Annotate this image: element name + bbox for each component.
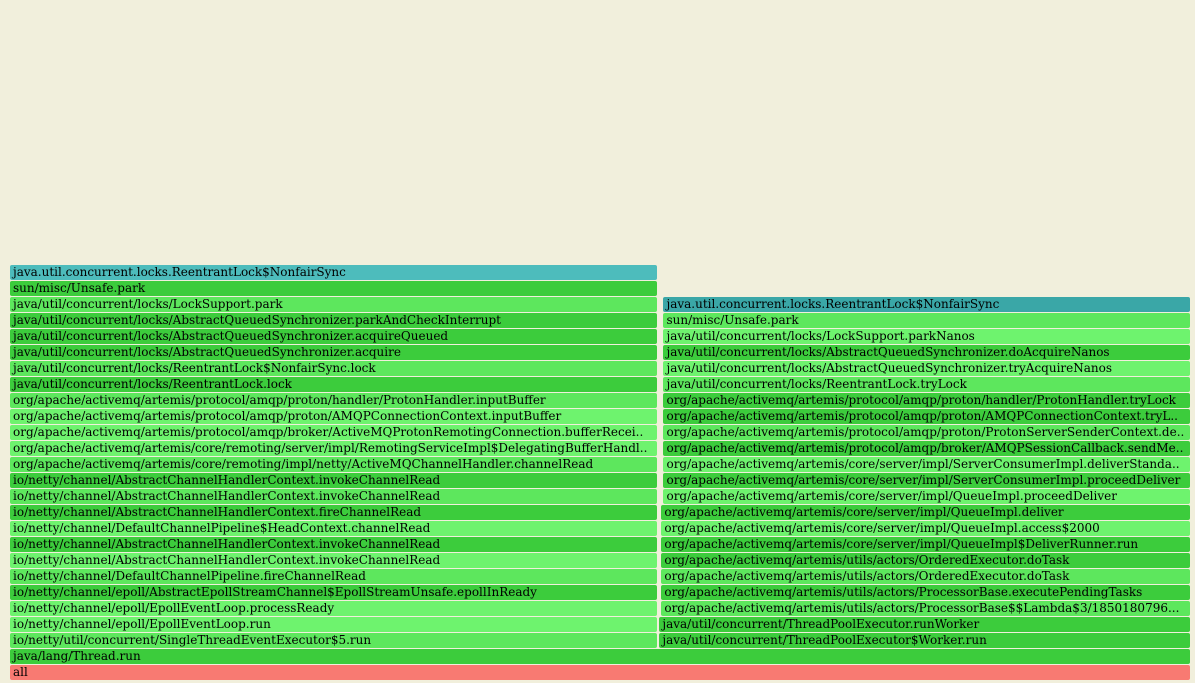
flame-frame[interactable]: java.util.concurrent.locks.ReentrantLock…: [10, 265, 658, 280]
flame-frame[interactable]: io/netty/channel/DefaultChannelPipeline$…: [10, 521, 658, 536]
flame-frame[interactable]: org/apache/activemq/artemis/protocol/amq…: [663, 425, 1190, 440]
flame-frame[interactable]: io/netty/channel/AbstractChannelHandlerC…: [10, 537, 658, 552]
flame-frame[interactable]: java/util/concurrent/locks/LockSupport.p…: [663, 329, 1190, 344]
flame-frame[interactable]: org/apache/activemq/artemis/protocol/amq…: [10, 409, 658, 424]
flame-frame[interactable]: org/apache/activemq/artemis/protocol/amq…: [10, 425, 658, 440]
flame-frame[interactable]: java/util/concurrent/locks/AbstractQueue…: [10, 329, 658, 344]
flame-frame[interactable]: java/util/concurrent/locks/ReentrantLock…: [10, 377, 658, 392]
flame-frame[interactable]: org/apache/activemq/artemis/utils/actors…: [661, 601, 1190, 616]
flame-frame[interactable]: org/apache/activemq/artemis/utils/actors…: [661, 585, 1190, 600]
flame-frame[interactable]: org/apache/activemq/artemis/core/server/…: [663, 489, 1190, 504]
flame-frame[interactable]: org/apache/activemq/artemis/utils/actors…: [661, 553, 1190, 568]
flame-frame[interactable]: java/lang/Thread.run: [10, 649, 1190, 664]
flame-frame[interactable]: io/netty/channel/AbstractChannelHandlerC…: [10, 553, 658, 568]
flame-frame[interactable]: java/util/concurrent/locks/AbstractQueue…: [663, 345, 1190, 360]
flame-frame[interactable]: java/util/concurrent/locks/ReentrantLock…: [663, 377, 1190, 392]
flame-frame[interactable]: org/apache/activemq/artemis/protocol/amq…: [663, 393, 1190, 408]
flame-frame[interactable]: all: [10, 665, 1190, 680]
flame-frame[interactable]: org/apache/activemq/artemis/core/server/…: [661, 505, 1190, 520]
flame-frame[interactable]: io/netty/channel/DefaultChannelPipeline.…: [10, 569, 658, 584]
flame-frame[interactable]: org/apache/activemq/artemis/protocol/amq…: [663, 409, 1190, 424]
flame-frame[interactable]: org/apache/activemq/artemis/core/server/…: [663, 457, 1190, 472]
flame-frame[interactable]: java/util/concurrent/ThreadPoolExecutor.…: [659, 617, 1190, 632]
flame-frame[interactable]: org/apache/activemq/artemis/protocol/amq…: [663, 441, 1190, 456]
flame-frame[interactable]: org/apache/activemq/artemis/core/server/…: [663, 473, 1190, 488]
flame-frame[interactable]: sun/misc/Unsafe.park: [10, 281, 658, 296]
flame-frame[interactable]: io/netty/channel/AbstractChannelHandlerC…: [10, 489, 658, 504]
flame-frame[interactable]: io/netty/channel/AbstractChannelHandlerC…: [10, 473, 658, 488]
flame-frame[interactable]: org/apache/activemq/artemis/core/server/…: [661, 521, 1190, 536]
flame-frame[interactable]: sun/misc/Unsafe.park: [663, 313, 1190, 328]
flame-frame[interactable]: org/apache/activemq/artemis/core/remotin…: [10, 441, 658, 456]
flame-frame[interactable]: org/apache/activemq/artemis/utils/actors…: [661, 569, 1190, 584]
flame-frame[interactable]: org/apache/activemq/artemis/core/remotin…: [10, 457, 658, 472]
flame-frame[interactable]: io/netty/channel/AbstractChannelHandlerC…: [10, 505, 658, 520]
flame-frame[interactable]: org/apache/activemq/artemis/protocol/amq…: [10, 393, 658, 408]
flame-frame[interactable]: io/netty/util/concurrent/SingleThreadEve…: [10, 633, 658, 648]
flame-frame[interactable]: io/netty/channel/epoll/EpollEventLoop.ru…: [10, 617, 658, 632]
flame-frame[interactable]: org/apache/activemq/artemis/core/server/…: [661, 537, 1190, 552]
flame-frame[interactable]: java/util/concurrent/locks/AbstractQueue…: [10, 313, 658, 328]
flame-frame[interactable]: io/netty/channel/epoll/EpollEventLoop.pr…: [10, 601, 658, 616]
flame-frame[interactable]: java.util.concurrent.locks.ReentrantLock…: [663, 297, 1190, 312]
flame-frame[interactable]: java/util/concurrent/locks/LockSupport.p…: [10, 297, 658, 312]
flame-frame[interactable]: java/util/concurrent/ThreadPoolExecutor$…: [659, 633, 1190, 648]
flame-frame[interactable]: java/util/concurrent/locks/AbstractQueue…: [663, 361, 1190, 376]
flame-frame[interactable]: io/netty/channel/epoll/AbstractEpollStre…: [10, 585, 658, 600]
flame-graph: all java/lang/Thread.run io/netty/util/con…: [0, 0, 1195, 683]
flame-frame[interactable]: java/util/concurrent/locks/ReentrantLock…: [10, 361, 658, 376]
flame-frame[interactable]: java/util/concurrent/locks/AbstractQueue…: [10, 345, 658, 360]
